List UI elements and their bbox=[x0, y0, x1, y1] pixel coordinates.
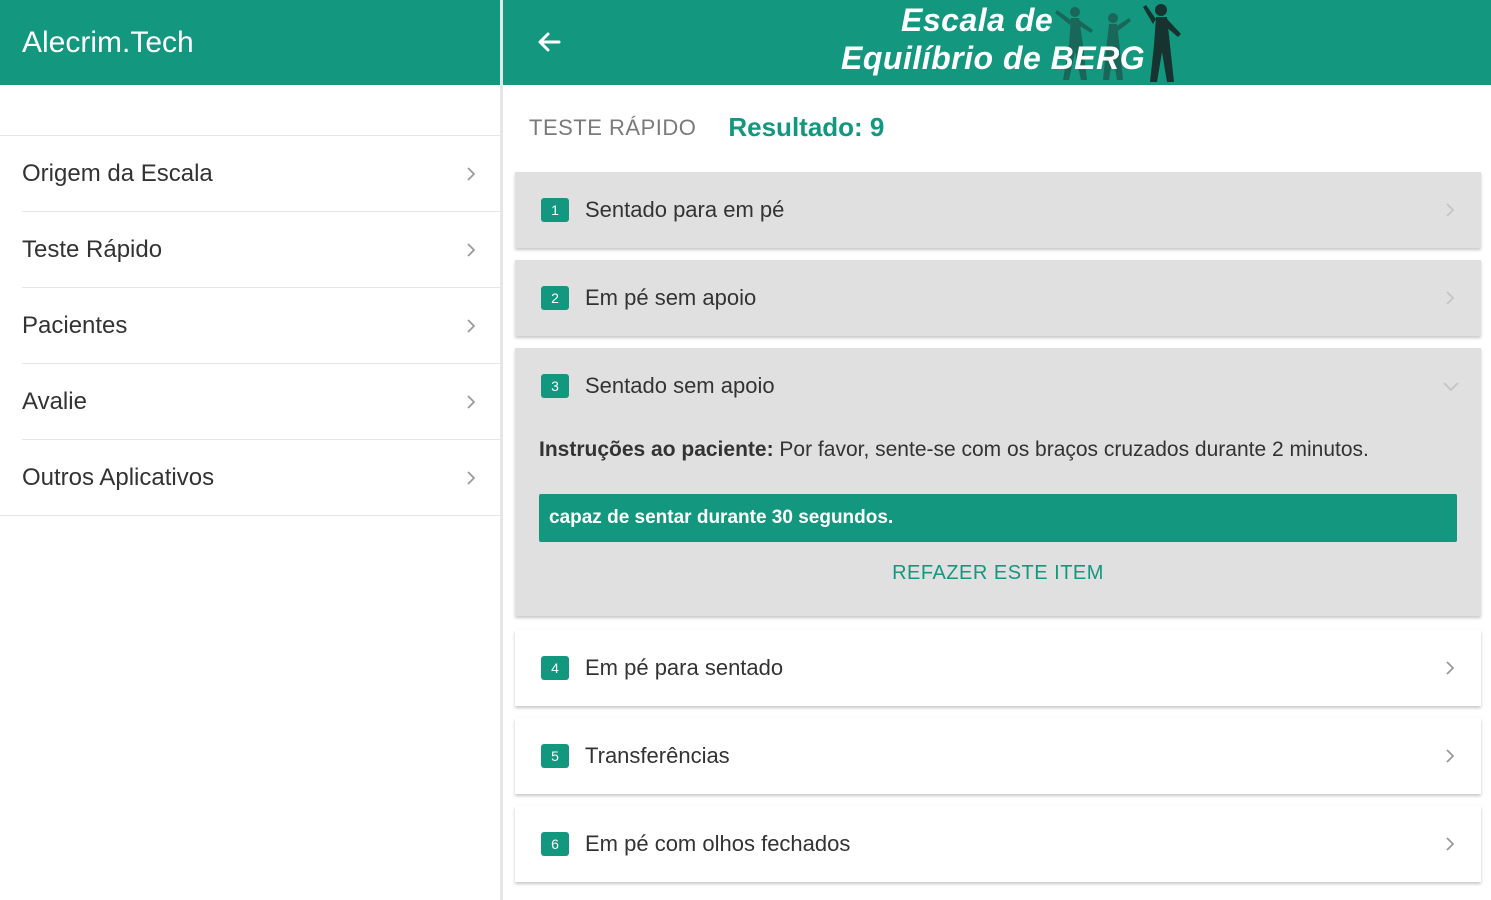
chevron-right-icon bbox=[1443, 749, 1457, 763]
menu-item-pacientes[interactable]: Pacientes bbox=[22, 288, 500, 364]
redo-item-button[interactable]: REFAZER ESTE ITEM bbox=[515, 562, 1481, 585]
menu-item-label: Pacientes bbox=[22, 311, 128, 339]
chevron-right-icon bbox=[464, 470, 478, 485]
test-item-card[interactable]: 6 Em pé com olhos fechados bbox=[515, 806, 1481, 882]
item-number-badge: 3 bbox=[541, 374, 569, 398]
chevron-right-icon bbox=[464, 394, 478, 409]
menu-item-label: Teste Rápido bbox=[22, 235, 163, 263]
side-menu: Alecrim.Tech Origem da Escala Teste Rápi… bbox=[0, 0, 503, 900]
menu-item-teste-rapido[interactable]: Teste Rápido bbox=[22, 212, 500, 288]
test-mode-label: TESTE RÁPIDO bbox=[529, 114, 697, 140]
chevron-right-icon bbox=[1443, 291, 1457, 305]
test-subheader: TESTE RÁPIDO Resultado: 9 bbox=[503, 85, 1491, 170]
patient-instructions: Instruções ao paciente: Por favor, sente… bbox=[515, 438, 1481, 462]
test-item-header[interactable]: 6 Em pé com olhos fechados bbox=[515, 806, 1481, 882]
test-item-card[interactable]: 5 Transferências bbox=[515, 718, 1481, 794]
test-item-card[interactable]: 2 Em pé sem apoio bbox=[515, 260, 1481, 336]
instructions-label: Instruções ao paciente: bbox=[539, 438, 774, 461]
item-title: Em pé sem apoio bbox=[585, 285, 757, 310]
side-menu-list: Origem da Escala Teste Rápido Pacientes … bbox=[0, 135, 500, 516]
item-number-badge: 6 bbox=[541, 832, 569, 856]
item-title: Transferências bbox=[585, 743, 730, 768]
chevron-right-icon bbox=[464, 318, 478, 333]
menu-item-label: Origem da Escala bbox=[22, 159, 213, 187]
test-item-card[interactable]: 1 Sentado para em pé bbox=[515, 172, 1481, 248]
item-number-badge: 5 bbox=[541, 744, 569, 768]
test-item-header[interactable]: 5 Transferências bbox=[515, 718, 1481, 794]
side-menu-header: Alecrim.Tech bbox=[0, 0, 500, 85]
test-item-header[interactable]: 2 Em pé sem apoio bbox=[515, 260, 1481, 336]
test-item-card-expanded: 3 Sentado sem apoio Instruções ao pacien… bbox=[515, 348, 1481, 616]
menu-item-label: Avalie bbox=[22, 387, 87, 415]
back-button[interactable] bbox=[533, 26, 565, 58]
banner-title-line2: Equilíbrio de BERG bbox=[841, 40, 1146, 76]
item-title: Sentado sem apoio bbox=[585, 373, 775, 398]
instructions-text: Por favor, sente-se com os braços cruzad… bbox=[773, 438, 1369, 461]
selected-answer[interactable]: capaz de sentar durante 30 segundos. bbox=[539, 494, 1457, 542]
test-item-header[interactable]: 3 Sentado sem apoio bbox=[515, 348, 1481, 424]
test-item-header[interactable]: 1 Sentado para em pé bbox=[515, 172, 1481, 248]
item-number-badge: 4 bbox=[541, 656, 569, 680]
item-title: Em pé para sentado bbox=[585, 655, 784, 680]
test-item-card[interactable]: 4 Em pé para sentado bbox=[515, 630, 1481, 706]
chevron-right-icon bbox=[1443, 837, 1457, 851]
top-app-bar: Escala de Equilíbrio de BERG bbox=[503, 0, 1491, 85]
test-item-header[interactable]: 4 Em pé para sentado bbox=[515, 630, 1481, 706]
chevron-down-icon bbox=[1443, 379, 1459, 393]
chevron-right-icon bbox=[464, 166, 478, 181]
chevron-right-icon bbox=[464, 242, 478, 257]
app-banner: Escala de Equilíbrio de BERG bbox=[833, 0, 1193, 85]
menu-item-label: Outros Aplicativos bbox=[22, 463, 215, 491]
arrow-left-icon bbox=[533, 32, 565, 62]
menu-item-avalie[interactable]: Avalie bbox=[22, 364, 500, 440]
menu-item-outros-aplicativos[interactable]: Outros Aplicativos bbox=[0, 440, 500, 516]
main-panel: Escala de Equilíbrio de BERG TESTE RÁPID… bbox=[503, 0, 1491, 900]
banner-title-line1: Escala de bbox=[901, 2, 1054, 38]
item-number-badge: 1 bbox=[541, 198, 569, 222]
menu-item-origem-da-escala[interactable]: Origem da Escala bbox=[22, 136, 500, 212]
item-title: Em pé com olhos fechados bbox=[585, 831, 851, 856]
app-brand-title: Alecrim.Tech bbox=[22, 25, 194, 59]
item-number-badge: 2 bbox=[541, 286, 569, 310]
chevron-right-icon bbox=[1443, 661, 1457, 675]
item-title: Sentado para em pé bbox=[585, 197, 785, 222]
chevron-right-icon bbox=[1443, 203, 1457, 217]
result-score: Resultado: 9 bbox=[728, 112, 885, 142]
